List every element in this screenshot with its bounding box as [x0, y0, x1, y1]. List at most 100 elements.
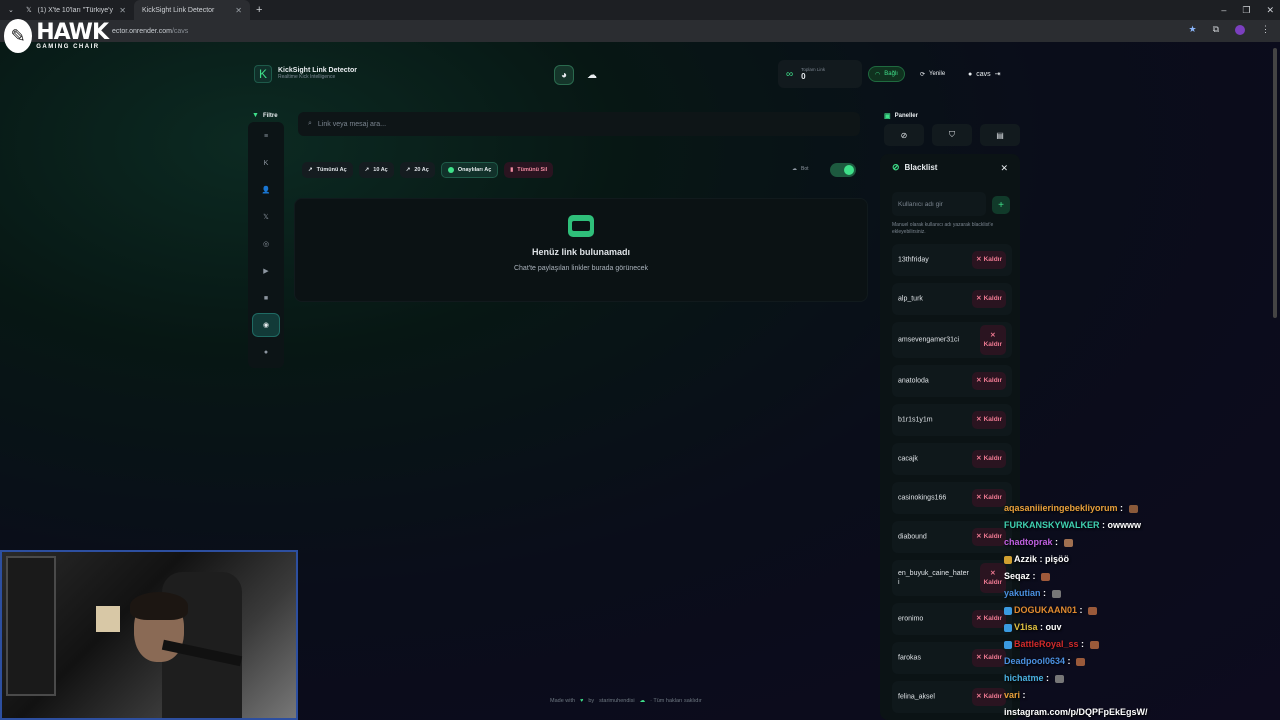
panels-header: ▣ Paneller [884, 112, 918, 120]
close-window-icon[interactable]: ✕ [1266, 5, 1274, 16]
filter-header: ▼ Filtre [252, 112, 278, 119]
app-header: K KickSight Link Detector Realtime Kick … [246, 56, 1026, 92]
remove-label: Kaldır [983, 377, 1002, 385]
webcam-overlay [0, 550, 298, 720]
remove-button[interactable]: ✕ Kaldır [972, 528, 1006, 546]
search-icon: ⌕ [308, 120, 312, 127]
url-text[interactable]: ector.onrender.com/cavs [112, 28, 188, 35]
blacklist-username: alp_turk [898, 295, 923, 303]
remove-button[interactable]: ✕ Kaldır [979, 563, 1006, 593]
blacklist-row: eronimo ✕ Kaldır [892, 603, 1012, 635]
chrome-icon[interactable]: ◕ [554, 65, 574, 85]
remove-button[interactable]: ✕ Kaldır [972, 450, 1006, 468]
chat-text: instagram.com/p/DQPFpEkEgsW/ [1004, 707, 1148, 717]
footer-author[interactable]: starimuhendisi [599, 698, 634, 704]
chat-overlay: aqasaniiieringebekliyorum : FURKANSKYWAL… [1004, 500, 1274, 720]
chat-username: yakutian [1004, 588, 1041, 598]
bot-label: ☁ Bot [792, 166, 809, 172]
camera-icon[interactable]: ◉ [252, 313, 280, 337]
extensions-icon[interactable]: ⧉ [1213, 24, 1219, 35]
open-all-button[interactable]: ↗ Tümünü Aç [302, 162, 353, 178]
browser-tab-kicksight[interactable]: KickSight Link Detector ✕ [134, 0, 250, 20]
x-icon[interactable]: 𝕏 [252, 205, 280, 229]
remove-button[interactable]: ✕ Kaldır [972, 251, 1006, 269]
remove-label: Kaldır [983, 579, 1002, 586]
browser-tab-x[interactable]: 𝕏 (1) X'te 10'ları "Türkiye'yi ziyaret ✕ [18, 0, 134, 20]
chat-message: vari : [1004, 687, 1274, 704]
youtube-icon[interactable]: ▶ [252, 259, 280, 283]
restore-icon[interactable]: ❐ [1242, 5, 1250, 16]
minimize-icon[interactable]: – [1221, 5, 1226, 15]
remove-button[interactable]: ✕ Kaldır [972, 372, 1006, 390]
chat-username: chadtoprak [1004, 537, 1053, 547]
chat-message: Azzik : pişöö [1004, 551, 1274, 568]
chat-emote-icon [1041, 572, 1051, 581]
archive-tab-icon[interactable]: ▤ [980, 124, 1020, 146]
open-approved-button[interactable]: Onaylıları Aç [440, 162, 499, 178]
tab-list-button[interactable]: ⌄ [0, 0, 18, 20]
chat-username: aqasaniiieringebekliyorum [1004, 503, 1118, 513]
ban-tab-icon[interactable]: ⊘ [884, 124, 924, 146]
external-link-icon: ↗ [364, 167, 370, 173]
x-icon: ✕ [976, 654, 982, 662]
remove-button[interactable]: ✕ Kaldır [972, 411, 1006, 429]
scrollbar-thumb[interactable] [1273, 48, 1277, 318]
chat-emote-icon [1128, 504, 1138, 513]
user-icon[interactable]: 👤 [252, 178, 280, 202]
close-tab-icon[interactable]: ✕ [119, 6, 126, 15]
remove-button[interactable]: ✕ Kaldır [972, 610, 1006, 628]
shield-tab-icon[interactable]: ⛉ [932, 124, 972, 146]
blacklist-username-input[interactable]: Kullanıcı adı gir [892, 192, 986, 216]
open-10-button[interactable]: ↗ 10 Aç [358, 162, 394, 178]
url-domain: ector.onrender.com [112, 27, 172, 35]
input-placeholder: Kullanıcı adı gir [898, 200, 943, 208]
open-all-label: Tümünü Aç [316, 167, 347, 173]
chat-username: Seqaz [1004, 571, 1031, 581]
close-icon[interactable]: ✕ [1000, 163, 1008, 174]
chat-text: : [1043, 673, 1052, 683]
delete-all-button[interactable]: ▮ Tümünü Sil [504, 162, 554, 178]
profile-avatar[interactable] [1235, 24, 1245, 35]
globe-icon[interactable]: ● [252, 340, 280, 364]
menu-icon[interactable]: ⋮ [1261, 24, 1270, 35]
chat-text: : [1052, 537, 1061, 547]
blacklist-title: Blacklist [904, 163, 938, 172]
kick-icon[interactable]: K [252, 151, 280, 175]
empty-title: Henüz link bulunamadı [531, 247, 630, 257]
cloud-icon[interactable]: ☁ [582, 65, 602, 85]
check-circle-icon [447, 167, 454, 173]
x-icon: ✕ [976, 533, 982, 541]
search-input[interactable]: ⌕ Link veya mesaj ara... [298, 112, 860, 136]
chat-text: : [1065, 656, 1074, 666]
remove-button[interactable]: ✕ Kaldır [979, 325, 1006, 355]
panels-label: Paneller [894, 113, 918, 119]
open-20-button[interactable]: ↗ 20 Aç [399, 162, 435, 178]
x-icon: ✕ [990, 331, 996, 339]
bot-toggle[interactable] [830, 163, 856, 177]
connected-button[interactable]: ◠ Bağlı [868, 66, 905, 82]
blacklist-row: b1r1s1y1m ✕ Kaldır [892, 404, 1012, 436]
user-button[interactable]: ● cavs ⇥ [968, 66, 1001, 82]
delete-all-label: Tümünü Sil [517, 167, 548, 173]
address-bar[interactable]: ector.onrender.com/cavs ★ ⧉ ⋮ [0, 20, 1280, 42]
add-user-button[interactable]: + [992, 196, 1010, 214]
remove-button[interactable]: ✕ Kaldır [972, 489, 1006, 507]
close-tab-icon[interactable]: ✕ [235, 6, 242, 15]
refresh-button[interactable]: ⟳ Yenile [920, 66, 945, 82]
remove-button[interactable]: ✕ Kaldır [972, 649, 1006, 667]
heart-icon: ♥ [580, 698, 584, 704]
remove-button[interactable]: ✕ Kaldır [972, 290, 1006, 308]
video-icon[interactable]: ■ [252, 286, 280, 310]
instagram-icon[interactable]: ◎ [252, 232, 280, 256]
footer-by: by [588, 698, 595, 704]
user-label: cavs [976, 70, 991, 78]
remove-button[interactable]: ✕ Kaldır [972, 688, 1006, 706]
new-tab-button[interactable]: + [250, 4, 268, 16]
x-icon: ✕ [976, 416, 982, 424]
kicksight-logo-icon: K [254, 65, 272, 83]
list-icon[interactable]: ≡ [252, 124, 280, 148]
browser-tabbar: ⌄ 𝕏 (1) X'te 10'ları "Türkiye'yi ziyaret… [0, 0, 1280, 20]
feather-icon: ✎ [4, 19, 33, 53]
logout-icon[interactable]: ⇥ [995, 70, 1001, 78]
bookmark-star-icon[interactable]: ★ [1188, 24, 1196, 35]
